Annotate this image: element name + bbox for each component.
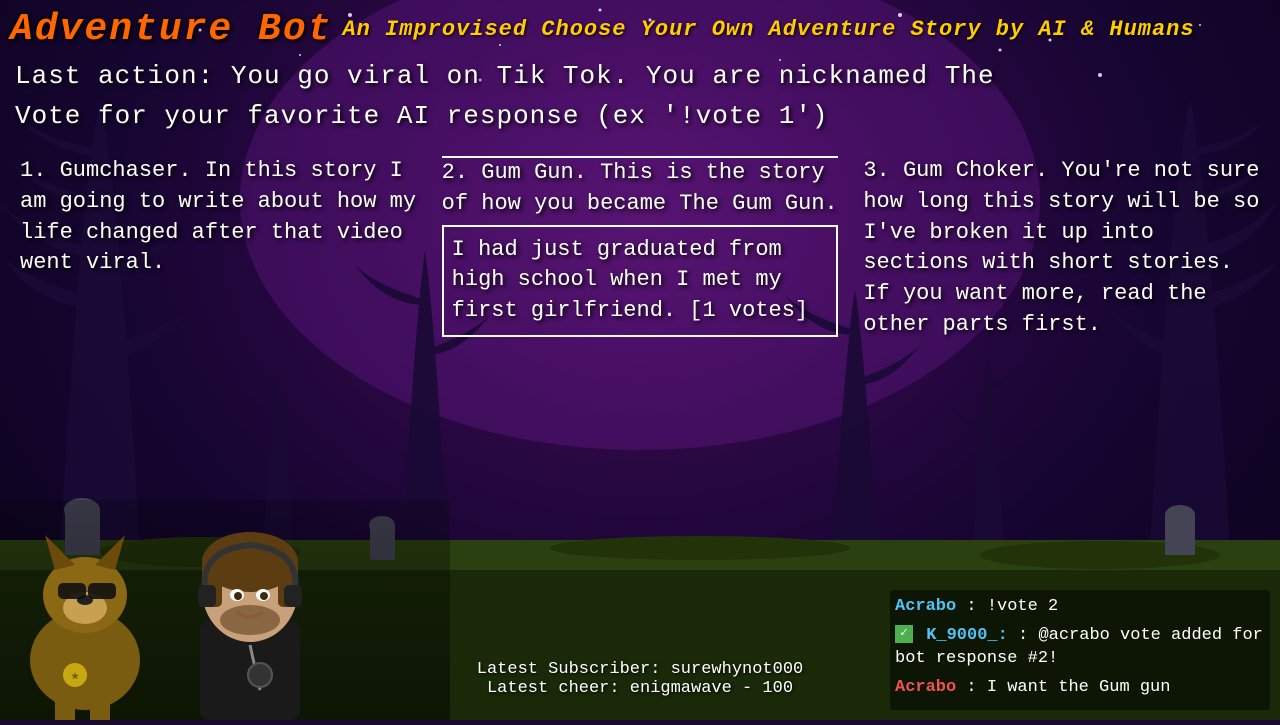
app-title: Adventure Bot <box>10 8 332 51</box>
chat-text-1: : <box>966 597 986 616</box>
vote-instruction: Vote for your favorite AI response (ex '… <box>0 96 1280 136</box>
option-2: 2. Gum Gun. This is the story of how you… <box>432 151 849 346</box>
streamer-figure <box>145 500 355 720</box>
chat-username-1: Acrabo <box>895 597 956 616</box>
option-3: 3. Gum Choker. You're not sure how long … <box>853 151 1270 346</box>
last-action-text: You go viral on Tik Tok. You are nicknam… <box>231 61 995 91</box>
subtitle: An Improvised Choose Your Own Adventure … <box>342 17 1194 42</box>
subscriber-info: Latest Subscriber: surewhynot000 Latest … <box>477 660 803 698</box>
chat-message-2: ✓ K_9000_: : @acrabo vote added for bot … <box>895 624 1265 672</box>
chat-message-3: Acrabo : I want the Gum gun <box>895 676 1265 700</box>
chat-msg-1: !vote 2 <box>987 597 1058 616</box>
svg-text:★: ★ <box>71 671 80 682</box>
chat-overlay: Acrabo : !vote 2 ✓ K_9000_: : @acrabo vo… <box>890 590 1270 710</box>
chat-text-3: I want the Gum gun <box>987 678 1171 697</box>
option-3-body: You're not sure how long this story will… <box>863 158 1259 337</box>
option-2-body: I had just graduated from high school wh… <box>442 225 839 337</box>
option-2-title: Gum Gun. <box>481 160 587 185</box>
webcam-area: ★ <box>0 500 450 720</box>
latest-subscriber-label: Latest Subscriber: <box>477 660 661 679</box>
chat-msg-3: : <box>966 678 986 697</box>
latest-cheer-value: enigmawave - 100 <box>630 679 793 698</box>
latest-cheer: Latest cheer: enigmawave - 100 <box>477 679 803 698</box>
option-1-number: 1. <box>20 158 46 183</box>
options-container: 1. Gumchaser. In this story I am going t… <box>0 141 1280 346</box>
latest-cheer-label: Latest cheer: <box>487 679 620 698</box>
last-action: Last action: You go viral on Tik Tok. Yo… <box>0 56 1280 96</box>
chat-message-1: Acrabo : !vote 2 <box>895 595 1265 619</box>
option-3-number: 3. <box>863 158 889 183</box>
option-3-title: Gum Choker. <box>903 158 1048 183</box>
verified-icon: ✓ <box>895 625 913 643</box>
option-1: 1. Gumchaser. In this story I am going t… <box>10 151 427 346</box>
header: Adventure Bot An Improvised Choose Your … <box>0 0 1280 56</box>
chat-username-3: Acrabo <box>895 678 956 697</box>
latest-subscriber-value: surewhynot000 <box>671 660 804 679</box>
chat-msg-2: : <box>1018 626 1038 645</box>
option-2-intro: 2. Gum Gun. This is the story of how you… <box>442 156 839 220</box>
option-2-number: 2. <box>442 160 468 185</box>
main-content: Adventure Bot An Improvised Choose Your … <box>0 0 1280 720</box>
chat-username-2: K_9000_: <box>926 626 1008 645</box>
latest-subscriber: Latest Subscriber: surewhynot000 <box>477 660 803 679</box>
option-1-title: Gumchaser. <box>60 158 192 183</box>
last-action-label: Last action: <box>15 61 214 91</box>
